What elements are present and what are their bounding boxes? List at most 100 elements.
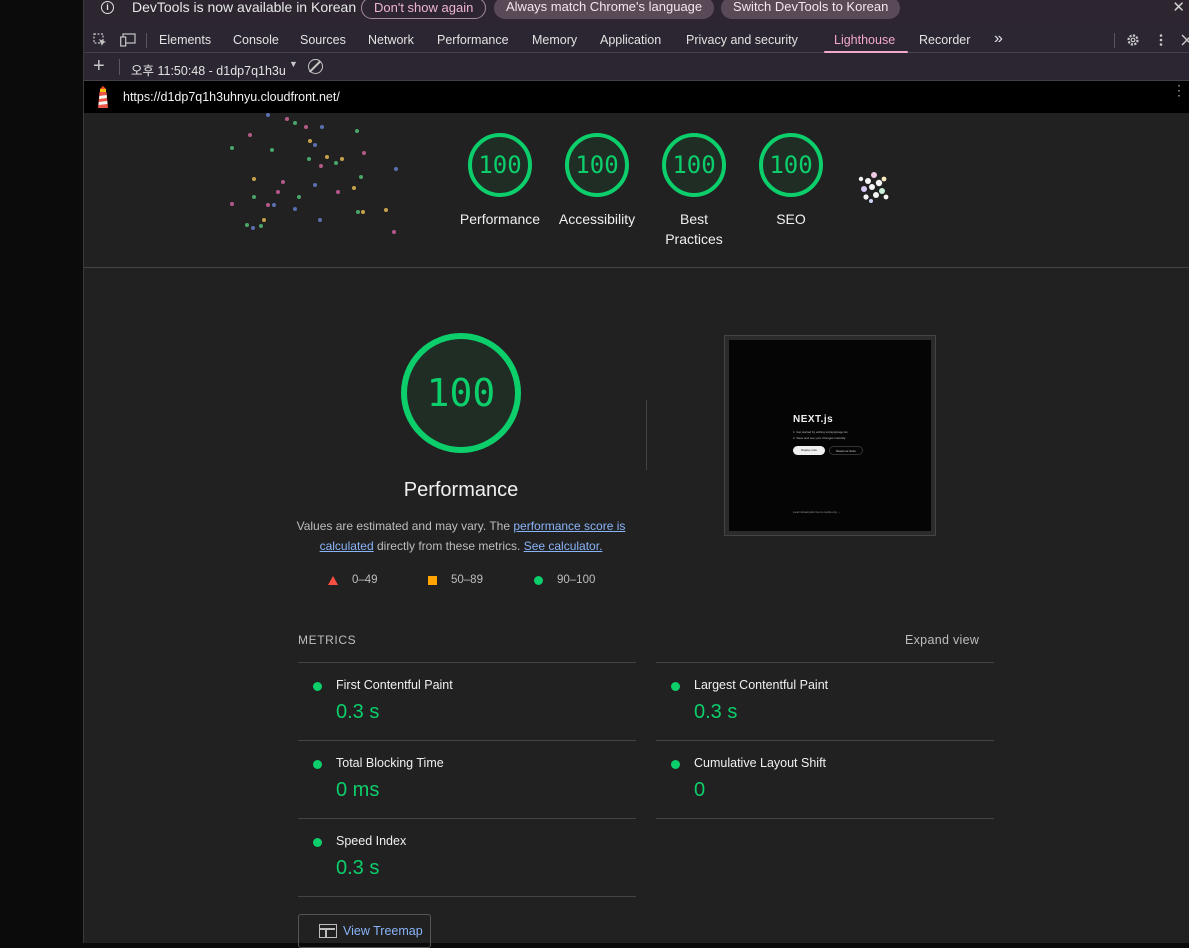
tab-elements[interactable]: Elements — [159, 33, 211, 47]
performance-description: Values are estimated and may vary. The p… — [294, 516, 628, 556]
gauge-label: Performance — [459, 211, 541, 227]
tab-memory[interactable]: Memory — [532, 33, 577, 47]
report-url: https://d1dp7q1h3uhnyu.cloudfront.net/ — [123, 90, 340, 104]
gauge-label: Accessibility — [558, 211, 636, 227]
pass-circle-icon — [313, 838, 322, 847]
pass-circle-icon — [671, 682, 680, 691]
always-match-language-button[interactable]: Always match Chrome's language — [494, 0, 715, 19]
pass-circle-icon — [313, 682, 322, 691]
lighthouse-toolbar: + 오후 11:50:48 - d1dp7q1h3u ▼ — [84, 53, 1189, 81]
tab-console[interactable]: Console — [233, 33, 279, 47]
report-menu-icon[interactable]: ⋮ — [1172, 83, 1186, 97]
clear-reports-icon[interactable] — [308, 59, 323, 74]
browser-page-strip — [0, 0, 84, 943]
report-selector[interactable]: 오후 11:50:48 - d1dp7q1h3u — [131, 60, 286, 79]
tab-network[interactable]: Network — [368, 33, 414, 47]
chevron-down-icon[interactable]: ▼ — [289, 59, 298, 69]
gauge-performance[interactable]: 100 Performance — [450, 133, 550, 229]
lighthouse-report: 100 Performance 100 Accessibility 100 Be… — [84, 113, 1189, 948]
metric-value: 0.3 s — [694, 701, 738, 723]
devtools-tab-bar: Elements Console Sources Network Perform… — [84, 27, 1189, 53]
new-report-button[interactable]: + — [93, 56, 105, 76]
info-icon: i — [101, 1, 114, 14]
description-text: Values are estimated and may vary. The — [296, 519, 514, 533]
metric-first-contentful-paint: First Contentful Paint 0.3 s — [298, 662, 636, 740]
gauge-label: Best Practices — [665, 211, 723, 247]
dont-show-again-button[interactable]: Don't show again — [361, 0, 487, 19]
metric-name: Speed Index — [336, 834, 407, 848]
fireworks-icon — [858, 172, 889, 203]
report-url-bar: https://d1dp7q1h3uhnyu.cloudfront.net/ ⋮ — [84, 81, 1189, 113]
legend-fail: 0–49 — [328, 574, 378, 586]
gauge-accessibility[interactable]: 100 Accessibility — [547, 133, 647, 229]
metric-total-blocking-time: Total Blocking Time 0 ms — [298, 740, 636, 818]
kebab-menu-icon[interactable] — [1154, 33, 1168, 47]
metrics-bottom-border — [298, 896, 636, 897]
treemap-label: View Treemap — [343, 924, 423, 938]
devtools-panel: i DevTools is now available in Korean Do… — [84, 0, 1189, 948]
toolbar-divider — [1114, 33, 1115, 48]
close-icon[interactable]: ✕ — [1172, 0, 1185, 16]
tab-recorder[interactable]: Recorder — [919, 33, 970, 47]
metric-name: Cumulative Layout Shift — [694, 756, 827, 770]
metric-value: 0.3 s — [336, 701, 380, 723]
tab-lighthouse[interactable]: Lighthouse — [834, 33, 895, 47]
screenshot-line: 1. Get started by editing src/app/page.t… — [793, 430, 848, 434]
metric-grid-border — [656, 818, 994, 819]
pass-circle-icon — [671, 760, 680, 769]
inspect-element-icon[interactable] — [93, 33, 107, 47]
metric-cumulative-layout-shift: Cumulative Layout Shift 0 — [656, 740, 994, 818]
legend-label: 90–100 — [557, 574, 596, 586]
description-text: directly from these metrics. — [373, 539, 524, 553]
tab-sources[interactable]: Sources — [300, 33, 346, 47]
score-ring: 100 — [468, 133, 532, 197]
close-devtools-icon[interactable] — [1180, 33, 1189, 47]
pass-circle-icon — [313, 760, 322, 769]
score-ring: 100 — [565, 133, 629, 197]
gauge-seo[interactable]: 100 SEO — [741, 133, 841, 229]
more-tabs-icon[interactable]: » — [994, 30, 1003, 48]
metric-value: 0 ms — [336, 779, 380, 801]
switch-to-korean-button[interactable]: Switch DevTools to Korean — [721, 0, 901, 19]
toolbar-divider — [119, 59, 120, 75]
infobar-message: DevTools is now available in Korean — [132, 0, 357, 15]
gauge-label: SEO — [776, 211, 806, 227]
legend-label: 50–89 — [451, 574, 483, 586]
toolbar-divider — [146, 33, 147, 48]
deploy-button-thumb: Deploy now — [793, 446, 825, 455]
docs-button-thumb: Read our docs — [829, 446, 863, 455]
legend-label: 0–49 — [352, 574, 378, 586]
tab-application[interactable]: Application — [600, 33, 661, 47]
metric-name: Largest Contentful Paint — [694, 678, 829, 692]
settings-gear-icon[interactable] — [1126, 33, 1140, 47]
pass-circle-icon — [534, 575, 543, 585]
metrics-header: METRICS — [298, 633, 357, 647]
metric-name: First Contentful Paint — [336, 678, 453, 692]
expand-view-toggle[interactable]: Expand view — [905, 633, 979, 647]
section-divider — [646, 400, 647, 470]
metric-value: 0 — [694, 779, 706, 801]
score-ring: 100 — [759, 133, 823, 197]
metric-speed-index: Speed Index 0.3 s — [298, 818, 636, 896]
score-ring: 100 — [662, 133, 726, 197]
lighthouse-logo-icon — [98, 86, 108, 108]
metric-value: 0.3 s — [336, 857, 380, 879]
tab-performance[interactable]: Performance — [437, 33, 509, 47]
fail-triangle-icon — [328, 575, 338, 585]
metric-largest-contentful-paint: Largest Contentful Paint 0.3 s — [656, 662, 994, 740]
performance-title: Performance — [403, 479, 519, 501]
screenshot-content: NEXT.js 1. Get started by editing src/ap… — [729, 340, 931, 531]
legend-average: 50–89 — [428, 574, 483, 586]
tab-privacy-and-security[interactable]: Privacy and security — [686, 33, 798, 47]
score-summary: 100 Performance 100 Accessibility 100 Be… — [84, 113, 1189, 268]
confetti-decoration-icon — [230, 113, 398, 234]
final-screenshot[interactable]: NEXT.js 1. Get started by editing src/ap… — [724, 335, 936, 536]
legend-pass: 90–100 — [534, 574, 595, 586]
performance-main-gauge: 100 — [401, 333, 521, 453]
metric-name: Total Blocking Time — [336, 756, 444, 770]
treemap-icon — [319, 924, 337, 938]
device-toolbar-icon[interactable] — [120, 33, 136, 47]
screenshot-line: 2. Save and see your changes instantly. — [793, 436, 846, 440]
gauge-best-practices[interactable]: 100 Best Practices — [644, 133, 744, 249]
see-calculator-link[interactable]: See calculator. — [524, 539, 603, 553]
